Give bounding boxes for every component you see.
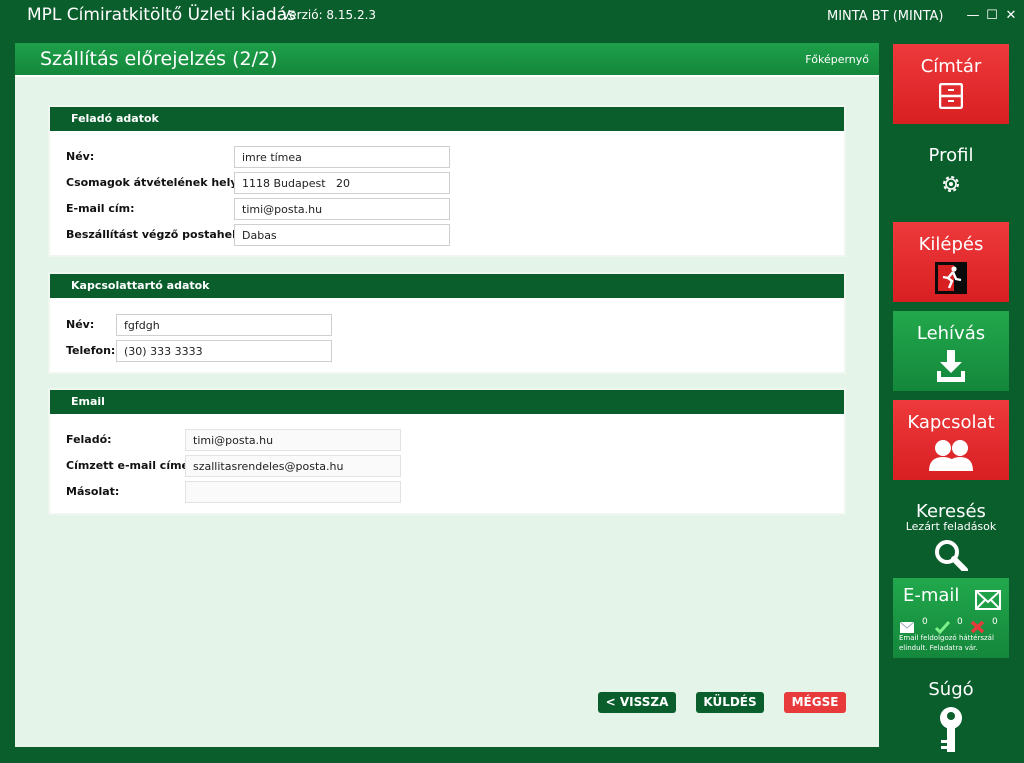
sidebar-item-label: Címtár xyxy=(920,56,982,77)
section-heading: Email xyxy=(50,390,844,414)
section-heading: Feladó adatok xyxy=(50,107,844,131)
field-label: Név: xyxy=(66,150,95,163)
maximize-button[interactable]: ☐ xyxy=(985,9,999,23)
sidebar-item-label: E-mail xyxy=(903,585,960,606)
download-icon xyxy=(893,350,1009,382)
sidebar-item-contact[interactable]: Kapcsolat xyxy=(893,400,1009,480)
sidebar-item-label: Kilépés xyxy=(918,234,984,255)
email-status-text: Email feldolgozó háttérszál elindult. Fe… xyxy=(899,634,994,652)
sidebar-item-label: Súgó xyxy=(928,679,974,700)
field-label: Másolat: xyxy=(66,485,120,498)
cross-icon xyxy=(970,614,985,634)
version-label: Verzió: 8.15.2.3 xyxy=(282,8,377,22)
app-title: MPL Címiratkitöltő Üzleti kiadás xyxy=(27,5,296,25)
home-link[interactable]: Főképernyő xyxy=(805,53,869,66)
title-bar: MPL Címiratkitöltő Üzleti kiadás Verzió:… xyxy=(0,0,1024,34)
section-heading: Kapcsolattartó adatok xyxy=(50,274,844,298)
close-button[interactable]: ✕ xyxy=(1004,9,1018,23)
key-icon xyxy=(893,706,1009,752)
page-header: Szállítás előrejelzés (2/2) Főképernyő xyxy=(15,43,879,77)
sidebar-item-search[interactable]: Keresés Lezárt feladások xyxy=(893,489,1009,571)
cabinet-icon xyxy=(893,83,1009,109)
sidebar-item-label: Kapcsolat xyxy=(907,412,995,433)
company-name: MINTA BT (MINTA) xyxy=(827,9,944,24)
email-from-input[interactable]: timi@posta.hu xyxy=(185,429,401,451)
sender-section: Feladó adatok Név: imre tímea Csomagok á… xyxy=(48,105,846,257)
field-label: Címzett e-mail címe: xyxy=(66,459,194,472)
exit-icon xyxy=(893,261,1009,295)
main-panel: Szállítás előrejelzés (2/2) Főképernyő F… xyxy=(15,43,879,747)
sender-name-input[interactable]: imre tímea xyxy=(234,146,450,168)
email-to-input[interactable]: szallitasrendeles@posta.hu xyxy=(185,455,401,477)
contact-name-input[interactable]: fgfdgh xyxy=(116,314,332,336)
email-section: Email Feladó: timi@posta.hu Címzett e-ma… xyxy=(48,388,846,515)
send-button[interactable]: KÜLDÉS xyxy=(696,692,764,713)
contact-phone-input[interactable]: (30) 333 3333 xyxy=(116,340,332,362)
cancel-button[interactable]: MÉGSE xyxy=(784,692,846,713)
sidebar-item-label: Keresés xyxy=(916,501,986,522)
sent-count: 0 xyxy=(957,617,963,627)
field-label: Feladó: xyxy=(66,433,112,446)
sidebar-item-label: Lehívás xyxy=(916,323,986,344)
sidebar-item-download[interactable]: Lehívás xyxy=(893,311,1009,391)
post-office-input[interactable]: Dabas xyxy=(234,224,450,246)
search-icon xyxy=(893,539,1009,571)
mail-count-icon xyxy=(900,616,914,633)
field-label: Név: xyxy=(66,318,95,331)
field-label: E-mail cím: xyxy=(66,202,135,215)
envelope-icon xyxy=(975,583,1001,611)
sidebar-item-logout[interactable]: Kilépés xyxy=(893,222,1009,302)
minimize-button[interactable]: — xyxy=(966,9,980,23)
pickup-location-input[interactable]: 1118 Budapest 20 xyxy=(234,172,450,194)
check-icon xyxy=(935,614,950,634)
field-label: Telefon: xyxy=(66,344,116,357)
field-label: Csomagok átvételének helye: xyxy=(66,176,250,189)
failed-count: 0 xyxy=(992,617,998,627)
back-button[interactable]: < VISSZA xyxy=(598,692,676,713)
sidebar-item-email[interactable]: E-mail 0 0 0 Email feldolgozó háttérszál… xyxy=(893,578,1009,658)
page-title: Szállítás előrejelzés (2/2) xyxy=(40,48,278,70)
sidebar-item-directory[interactable]: Címtár xyxy=(893,44,1009,124)
mail-count: 0 xyxy=(922,617,928,627)
sidebar-item-help[interactable]: Súgó xyxy=(893,667,1009,752)
sidebar-item-sublabel: Lezárt feladások xyxy=(905,520,997,533)
users-icon xyxy=(893,439,1009,471)
sidebar-item-label: Profil xyxy=(928,145,974,166)
email-cc-input[interactable] xyxy=(185,481,401,503)
field-label: Beszállítást végző postahely: xyxy=(66,228,248,241)
sender-email-input[interactable]: timi@posta.hu xyxy=(234,198,450,220)
gear-icon xyxy=(893,172,1009,196)
sidebar-item-profile[interactable]: Profil xyxy=(893,133,1009,213)
contact-section: Kapcsolattartó adatok Név: fgfdgh Telefo… xyxy=(48,272,846,374)
